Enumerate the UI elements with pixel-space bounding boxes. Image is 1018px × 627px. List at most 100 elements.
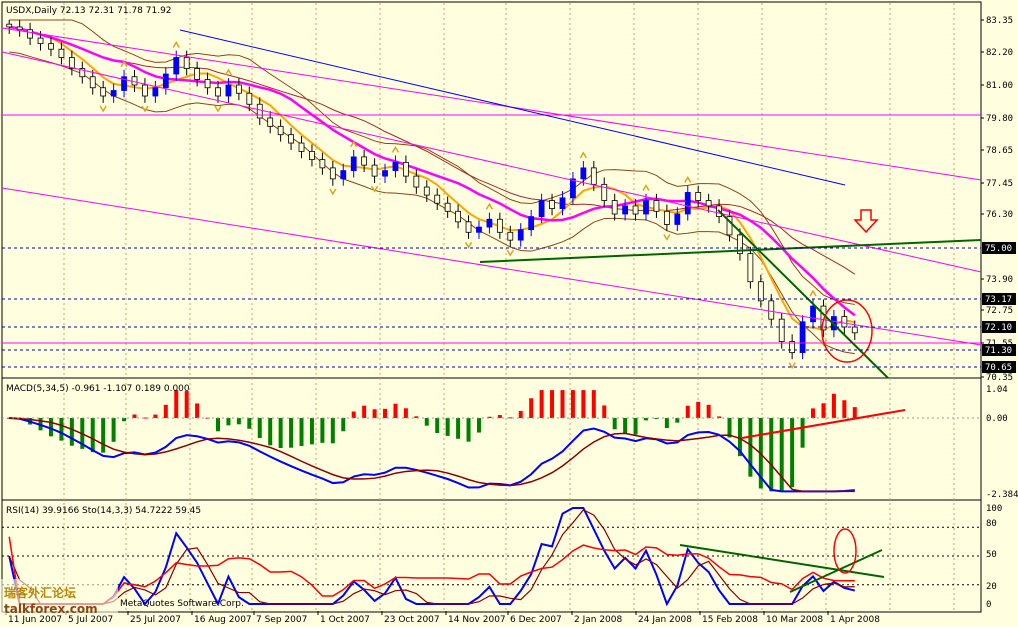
candle-body <box>27 29 33 39</box>
candle-body <box>288 134 294 144</box>
price-tick-label: 78.65 <box>986 146 1013 156</box>
time-label: 25 Jul 2007 <box>130 615 181 625</box>
candle-body <box>340 170 347 180</box>
price-tick-label: 70.65 <box>985 363 1012 373</box>
macd-bar <box>59 418 64 441</box>
candle-body <box>225 84 232 97</box>
macd-bar <box>132 414 137 418</box>
candle-body <box>215 87 221 97</box>
candle-body <box>517 229 524 241</box>
macd-bar <box>612 418 617 430</box>
macd-bar <box>456 418 461 439</box>
macd-bar <box>800 418 805 448</box>
candle-body <box>37 37 44 45</box>
candle-body <box>611 200 618 215</box>
macd-bar <box>529 398 534 418</box>
candle-body <box>329 167 336 180</box>
candle-body <box>298 142 305 152</box>
macd-bar <box>299 418 304 446</box>
candle-body <box>110 90 117 97</box>
candle-body <box>663 210 670 225</box>
candle-body <box>48 43 54 50</box>
macd-bar <box>174 390 179 418</box>
macd-bar <box>330 418 335 444</box>
time-label: 16 Aug 2007 <box>194 615 252 625</box>
candle-body <box>549 200 555 210</box>
macd-bar <box>518 410 523 418</box>
candle-body <box>58 48 65 58</box>
candle-body <box>768 300 775 320</box>
macd-bar <box>393 403 398 418</box>
macd-bar <box>111 418 116 442</box>
macd-bar <box>570 390 575 418</box>
macd-bar <box>748 418 753 477</box>
macd-bar <box>289 418 294 448</box>
candle-body <box>277 125 284 136</box>
candle-body <box>423 186 430 196</box>
time-label: 1 Apr 2008 <box>830 615 880 625</box>
time-label: 5 Jul 2007 <box>68 615 113 625</box>
candle-body <box>100 87 107 97</box>
macd-bar <box>236 418 241 425</box>
candle-body <box>747 253 754 283</box>
macd-bar <box>466 418 471 442</box>
macd-axis: 1.04 0.00 -2.384 <box>986 385 1018 500</box>
macd-bar <box>685 405 690 418</box>
macd-bar <box>602 405 607 418</box>
price-tick-label: 81.00 <box>986 81 1013 91</box>
candle-body <box>528 216 535 231</box>
candle-body <box>444 202 451 212</box>
candle-body <box>371 164 378 177</box>
candle-body <box>799 321 806 354</box>
price-tick-label: 75.00 <box>985 244 1012 254</box>
osc-tick-label: 80 <box>986 519 997 529</box>
candle-body <box>810 305 816 323</box>
candle-body <box>455 210 461 223</box>
candle-body <box>653 200 660 212</box>
candle-body <box>570 178 576 199</box>
macd-bar <box>581 390 586 418</box>
macd-bar <box>362 405 367 418</box>
macd-tick-label: 0.00 <box>986 414 1008 424</box>
watermark-site: talkforex.com <box>4 602 98 616</box>
candle-body <box>590 167 597 185</box>
macd-bar <box>153 414 158 418</box>
candle-body <box>89 76 96 89</box>
time-label: 7 Sep 2007 <box>256 615 307 625</box>
macd-bar <box>424 418 429 426</box>
candle-body <box>173 57 180 75</box>
candle-body <box>486 218 493 228</box>
macd-bar <box>550 390 555 418</box>
time-label: 1 Oct 2007 <box>320 615 370 625</box>
macd-bar <box>591 390 596 418</box>
price-tick-label: 72.10 <box>985 323 1012 333</box>
watermark-cn: 瑞客外汇论坛 <box>4 585 76 600</box>
macd-tick-label: 1.04 <box>986 385 1008 395</box>
macd-bar <box>320 418 325 443</box>
macd-tick-label: -2.384 <box>986 490 1018 500</box>
candle-body <box>16 26 23 31</box>
candle-body <box>256 103 263 119</box>
macd-bar <box>184 391 189 418</box>
macd-bar <box>309 418 314 445</box>
macd-bar <box>560 390 565 418</box>
osc-tick-label: 20 <box>986 582 997 592</box>
macd-bar <box>706 404 711 418</box>
candle-body <box>183 57 190 69</box>
candle-body <box>559 197 566 210</box>
candle-body <box>674 213 681 225</box>
macd-bar <box>163 404 168 418</box>
candle-body <box>392 161 399 172</box>
candle-body <box>851 326 858 334</box>
macd-bar <box>341 418 346 432</box>
price-title: USDX,Daily 72.13 72.31 71.78 71.92 <box>6 6 172 16</box>
candle-body <box>6 23 13 28</box>
time-label: 6 Dec 2007 <box>510 615 562 625</box>
forex-chart[interactable]: 83.35 82.20 81.00 79.80 78.65 77.45 76.30 75.00… <box>0 0 1018 627</box>
macd-bar <box>779 418 784 492</box>
macd-bar <box>769 418 774 492</box>
candle-body <box>309 150 315 161</box>
watermark-copyright: MetaQuotes Software Corp. <box>120 599 244 609</box>
candle-body <box>538 200 545 218</box>
macd-bar <box>476 418 481 433</box>
